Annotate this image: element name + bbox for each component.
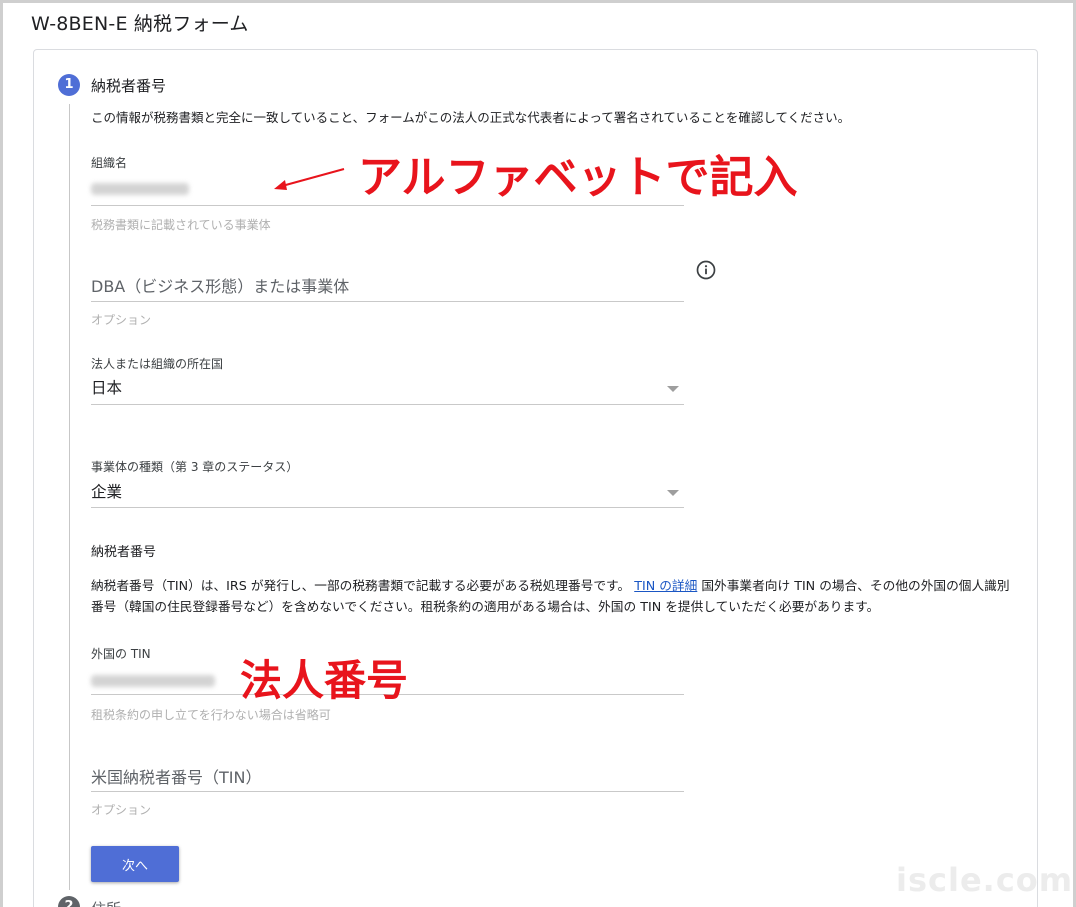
tin-section-heading: 納税者番号 [91, 545, 157, 560]
foreign-tin-blurred-value [91, 675, 215, 687]
us-tin-input[interactable]: 米国納税者番号（TIN） [91, 759, 684, 791]
dba-input[interactable]: DBA（ビジネス形態）または事業体 [91, 268, 684, 300]
dba-helper: オプション [91, 313, 152, 327]
step-1-number: 1 [58, 74, 80, 96]
dba-underline [91, 301, 684, 302]
tin-description-text: 納税者番号（TIN）は、IRS が発行し、一部の税務書類で記載する必要がある税処… [91, 578, 631, 593]
annotation-arrow-icon [274, 168, 345, 190]
country-dropdown-arrow-icon [667, 386, 679, 392]
dba-placeholder: DBA（ビジネス形態）または事業体 [91, 277, 350, 296]
org-name-label: 組織名 [91, 156, 128, 170]
step-2-number: 2 [58, 896, 80, 907]
foreign-tin-helper: 租税条約の申し立てを行わない場合は省略可 [91, 708, 331, 722]
watermark: iscle.com [896, 861, 1074, 899]
us-tin-helper: オプション [91, 803, 152, 817]
page-title: W-8BEN-E 納税フォーム [31, 13, 249, 35]
step-1-title: 納税者番号 [91, 77, 167, 95]
next-button[interactable]: 次へ [91, 846, 179, 882]
foreign-tin-label: 外国の TIN [91, 647, 151, 661]
entity-type-value: 企業 [91, 483, 123, 501]
country-underline [91, 404, 684, 405]
tin-description: 納税者番号（TIN）は、IRS が発行し、一部の税務書類で記載する必要がある税処… [91, 575, 1021, 617]
country-value: 日本 [91, 379, 123, 397]
org-name-underline [91, 205, 684, 206]
step-1-description: この情報が税務書類と完全に一致していること、フォームがこの法人の正式な代表者によ… [91, 110, 851, 125]
info-icon[interactable] [696, 260, 716, 280]
alphabet-annotation: アルファベットで記入 [358, 152, 798, 203]
tin-details-link[interactable]: TIN の詳細 [634, 578, 697, 593]
step-connector-line [69, 104, 70, 890]
us-tin-placeholder: 米国納税者番号（TIN） [91, 768, 262, 787]
country-select[interactable]: 日本 [91, 374, 684, 404]
org-name-helper: 税務書類に記載されている事業体 [91, 218, 271, 232]
screenshot-frame: W-8BEN-E 納税フォーム 1 納税者番号 この情報が税務書類と完全に一致し… [0, 0, 1076, 907]
country-label: 法人または組織の所在国 [91, 357, 224, 371]
entity-type-underline [91, 507, 684, 508]
us-tin-underline [91, 791, 684, 792]
entity-type-dropdown-arrow-icon [667, 490, 679, 496]
corporate-number-annotation: 法人番号 [240, 656, 409, 705]
entity-type-label: 事業体の種類（第 3 章のステータス） [91, 460, 299, 474]
step-2-title[interactable]: 住所 [91, 898, 121, 907]
org-name-blurred-value [91, 183, 189, 195]
entity-type-select[interactable]: 企業 [91, 478, 684, 508]
